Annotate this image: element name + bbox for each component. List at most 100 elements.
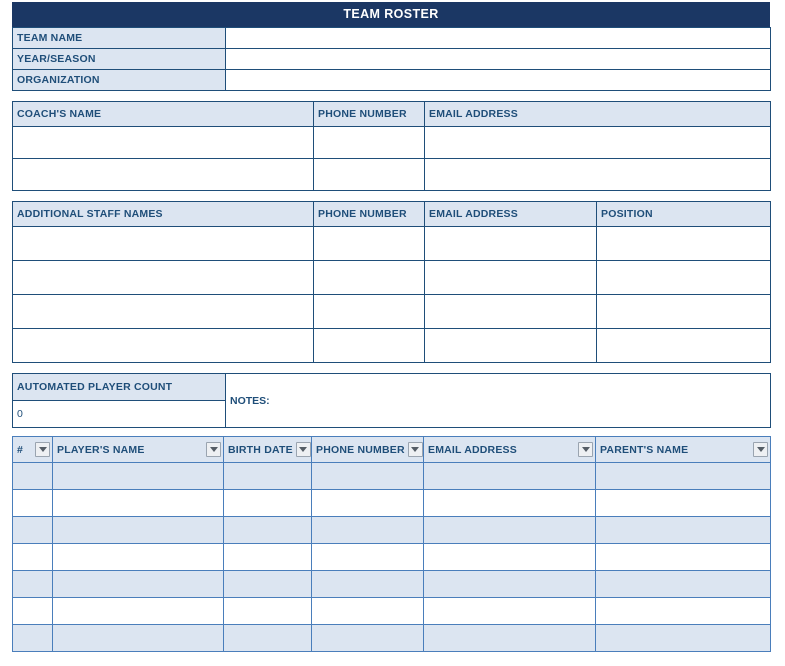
input-coach-phone[interactable] [313,158,425,191]
cell-email-address[interactable] [423,597,596,625]
notes-field[interactable]: NOTES: [225,373,771,428]
cell-phone-number[interactable] [311,543,424,571]
input-staff-email[interactable] [424,226,597,261]
cell-parent-name[interactable] [595,597,771,625]
table-header-row: # PLAYER'S NAME BIRTH DATE PHONE NUMBER … [12,436,771,463]
cell-player-name[interactable] [52,462,224,490]
input-team-name[interactable] [225,27,771,49]
cell-parent-name[interactable] [595,516,771,544]
cell-email-address[interactable] [423,489,596,517]
table-row [12,462,771,490]
cell-email-address[interactable] [423,570,596,598]
cell-email-address[interactable] [423,543,596,571]
input-staff-position[interactable] [596,260,771,295]
cell-birth-date[interactable] [223,624,312,652]
cell-email-address[interactable] [423,516,596,544]
cell-player-name[interactable] [52,570,224,598]
filter-dropdown-icon[interactable] [407,442,423,457]
cell-phone-number[interactable] [311,489,424,517]
cell-player-name[interactable] [52,516,224,544]
input-coach-name[interactable] [12,126,314,159]
cell-birth-date[interactable] [223,516,312,544]
input-staff-phone[interactable] [313,328,425,363]
input-coach-email[interactable] [424,158,771,191]
input-staff-position[interactable] [596,328,771,363]
table-row [12,516,771,544]
cell-number[interactable] [12,570,53,598]
cell-number[interactable] [12,597,53,625]
column-header-email-address[interactable]: EMAIL ADDRESS [423,436,596,463]
cell-phone-number[interactable] [311,516,424,544]
input-coach-name[interactable] [12,158,314,191]
input-staff-phone[interactable] [313,260,425,295]
cell-parent-name[interactable] [595,624,771,652]
column-header-player-name-label: PLAYER'S NAME [57,443,145,456]
cell-phone-number[interactable] [311,570,424,598]
input-staff-name[interactable] [12,260,314,295]
cell-birth-date[interactable] [223,570,312,598]
cell-number[interactable] [12,462,53,490]
column-header-number-label: # [17,443,24,456]
page-title: TEAM ROSTER [12,2,770,27]
filter-dropdown-icon[interactable] [753,442,768,457]
cell-email-address[interactable] [423,462,596,490]
table-row [12,294,771,329]
cell-player-name[interactable] [52,489,224,517]
cell-phone-number[interactable] [311,462,424,490]
cell-parent-name[interactable] [595,489,771,517]
coach-table: COACH'S NAME PHONE NUMBER EMAIL ADDRESS [12,101,771,191]
input-staff-name[interactable] [12,328,314,363]
cell-email-address[interactable] [423,624,596,652]
table-row [12,260,771,295]
cell-parent-name[interactable] [595,543,771,571]
column-header-parent-name-label: PARENT'S NAME [600,443,689,456]
column-header-staff-names: ADDITIONAL STAFF NAMES [12,201,314,227]
input-staff-name[interactable] [12,294,314,329]
cell-birth-date[interactable] [223,489,312,517]
column-header-parent-name[interactable]: PARENT'S NAME [595,436,771,463]
input-staff-name[interactable] [12,226,314,261]
cell-phone-number[interactable] [311,624,424,652]
label-organization: ORGANIZATION [12,69,226,91]
filter-dropdown-icon[interactable] [35,442,50,457]
cell-number[interactable] [12,543,53,571]
table-header-row: COACH'S NAME PHONE NUMBER EMAIL ADDRESS [12,101,771,127]
cell-parent-name[interactable] [595,462,771,490]
cell-number[interactable] [12,489,53,517]
filter-dropdown-icon[interactable] [578,442,593,457]
input-coach-phone[interactable] [313,126,425,159]
table-row [12,158,771,191]
column-header-player-name[interactable]: PLAYER'S NAME [52,436,224,463]
cell-phone-number[interactable] [311,597,424,625]
input-staff-position[interactable] [596,294,771,329]
input-staff-phone[interactable] [313,294,425,329]
input-coach-email[interactable] [424,126,771,159]
input-organization[interactable] [225,69,771,91]
cell-number[interactable] [12,624,53,652]
cell-player-name[interactable] [52,624,224,652]
input-staff-phone[interactable] [313,226,425,261]
cell-number[interactable] [12,516,53,544]
cell-player-name[interactable] [52,543,224,571]
column-header-phone-number[interactable]: PHONE NUMBER [311,436,424,463]
cell-parent-name[interactable] [595,570,771,598]
column-header-number[interactable]: # [12,436,53,463]
table-row [12,328,771,363]
cell-player-name[interactable] [52,597,224,625]
table-row [12,570,771,598]
input-staff-email[interactable] [424,328,597,363]
column-header-birth-date[interactable]: BIRTH DATE [223,436,312,463]
input-staff-email[interactable] [424,294,597,329]
cell-birth-date[interactable] [223,597,312,625]
filter-dropdown-icon[interactable] [206,442,221,457]
cell-birth-date[interactable] [223,543,312,571]
table-row [12,126,771,159]
cell-birth-date[interactable] [223,462,312,490]
input-year-season[interactable] [225,48,771,70]
filter-dropdown-icon[interactable] [295,442,311,457]
input-staff-email[interactable] [424,260,597,295]
input-staff-position[interactable] [596,226,771,261]
